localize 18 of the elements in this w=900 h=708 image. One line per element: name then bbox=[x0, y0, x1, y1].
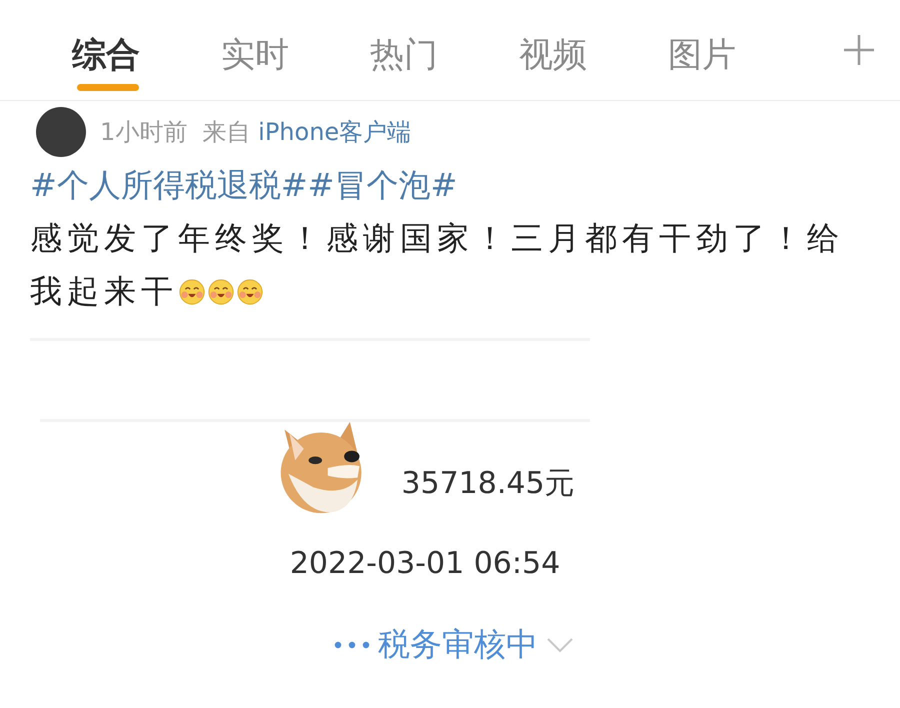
chevron-down-icon[interactable] bbox=[546, 637, 574, 653]
avatar[interactable] bbox=[36, 107, 86, 157]
amount-text: 35718.45元 bbox=[401, 465, 575, 503]
tab[interactable]: 热门 bbox=[370, 33, 442, 91]
post-text: 感觉发了年终奖！感谢国家！三月都有干劲了！给我起来干 bbox=[30, 218, 845, 312]
hashtag-link[interactable]: #个人所得税退税##冒个泡# bbox=[30, 164, 900, 208]
tab[interactable]: 实时 bbox=[221, 33, 293, 91]
status-link[interactable]: 税务审核中 bbox=[378, 623, 538, 667]
smiley-icon bbox=[236, 278, 264, 306]
tab[interactable]: 综合 bbox=[72, 33, 144, 91]
tab[interactable]: 视频 bbox=[519, 33, 591, 91]
tab[interactable]: 图片 bbox=[668, 33, 740, 91]
date-text: 2022-03-01 06:54 bbox=[290, 546, 560, 581]
post-meta: 1小时前 来自 iPhone客户端 bbox=[100, 117, 412, 148]
ellipsis-icon bbox=[334, 641, 370, 649]
add-icon[interactable] bbox=[842, 33, 876, 67]
smiley-icon bbox=[178, 278, 206, 306]
smiley-icon bbox=[207, 278, 235, 306]
